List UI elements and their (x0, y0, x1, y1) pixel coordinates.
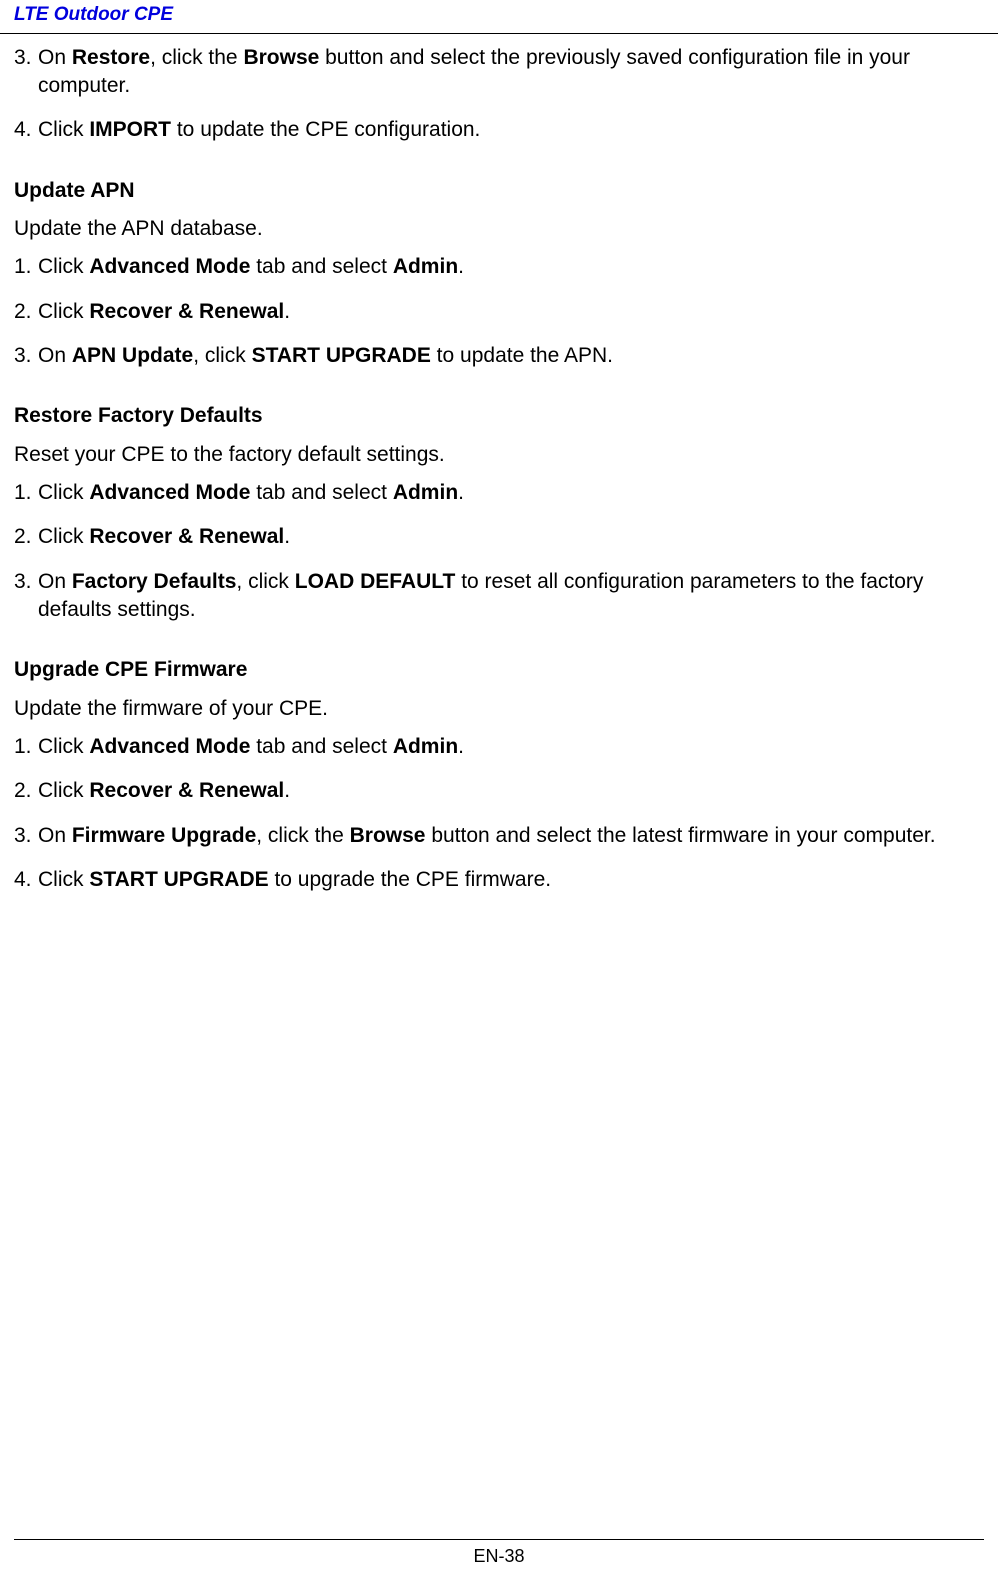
list-item: 2.Click Recover & Renewal. (14, 777, 984, 805)
heading-upgrade-firmware: Upgrade CPE Firmware (14, 656, 984, 684)
list-item-text: On Factory Defaults, click LOAD DEFAULT … (38, 568, 984, 625)
list-item-number: 2. (14, 777, 38, 805)
list-item: 3.On Factory Defaults, click LOAD DEFAUL… (14, 568, 984, 625)
heading-restore-factory: Restore Factory Defaults (14, 402, 984, 430)
footer-divider (14, 1539, 984, 1540)
page-content: 3.On Restore, click the Browse button an… (0, 34, 998, 895)
intro-update-apn: Update the APN database. (14, 215, 984, 243)
intro-restore-factory: Reset your CPE to the factory default se… (14, 441, 984, 469)
list-item-number: 1. (14, 479, 38, 507)
list-item-text: Click Advanced Mode tab and select Admin… (38, 733, 984, 761)
list-item-text: On Firmware Upgrade, click the Browse bu… (38, 822, 984, 850)
list-item: 3.On Restore, click the Browse button an… (14, 44, 984, 101)
list-item-text: Click Advanced Mode tab and select Admin… (38, 479, 984, 507)
list-item-number: 4. (14, 866, 38, 894)
section-restore-factory: 1.Click Advanced Mode tab and select Adm… (14, 479, 984, 624)
list-item-number: 3. (14, 44, 38, 101)
list-item-text: Click Recover & Renewal. (38, 298, 984, 326)
list-item: 1.Click Advanced Mode tab and select Adm… (14, 733, 984, 761)
list-item-number: 3. (14, 342, 38, 370)
list-item-number: 3. (14, 822, 38, 850)
list-item-text: On APN Update, click START UPGRADE to up… (38, 342, 984, 370)
list-item: 2.Click Recover & Renewal. (14, 298, 984, 326)
section-upgrade-firmware: 1.Click Advanced Mode tab and select Adm… (14, 733, 984, 894)
list-item-text: Click IMPORT to update the CPE configura… (38, 116, 984, 144)
list-item: 1.Click Advanced Mode tab and select Adm… (14, 479, 984, 507)
intro-upgrade-firmware: Update the firmware of your CPE. (14, 695, 984, 723)
list-item-text: Click Recover & Renewal. (38, 777, 984, 805)
page-number: EN-38 (0, 1544, 998, 1568)
list-item-number: 3. (14, 568, 38, 625)
list-item: 4.Click IMPORT to update the CPE configu… (14, 116, 984, 144)
list-item-number: 2. (14, 298, 38, 326)
list-item-text: On Restore, click the Browse button and … (38, 44, 984, 101)
list-item-text: Click Recover & Renewal. (38, 523, 984, 551)
list-item: 3.On APN Update, click START UPGRADE to … (14, 342, 984, 370)
list-item-number: 2. (14, 523, 38, 551)
list-item: 3.On Firmware Upgrade, click the Browse … (14, 822, 984, 850)
section-restore-continued: 3.On Restore, click the Browse button an… (14, 44, 984, 145)
list-item: 4.Click START UPGRADE to upgrade the CPE… (14, 866, 984, 894)
list-item-number: 1. (14, 733, 38, 761)
heading-update-apn: Update APN (14, 177, 984, 205)
list-item: 2.Click Recover & Renewal. (14, 523, 984, 551)
page-header: LTE Outdoor CPE (0, 0, 998, 34)
list-item-text: Click START UPGRADE to upgrade the CPE f… (38, 866, 984, 894)
list-item-number: 1. (14, 253, 38, 281)
list-item-text: Click Advanced Mode tab and select Admin… (38, 253, 984, 281)
list-item-number: 4. (14, 116, 38, 144)
section-update-apn: 1.Click Advanced Mode tab and select Adm… (14, 253, 984, 370)
list-item: 1.Click Advanced Mode tab and select Adm… (14, 253, 984, 281)
